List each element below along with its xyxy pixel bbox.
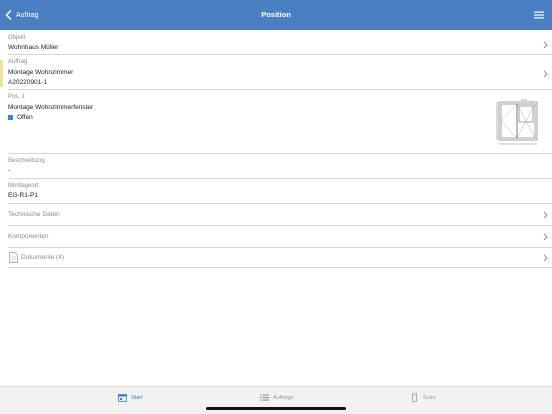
- beschreibung-row: Beschreibung -: [8, 154, 552, 179]
- tab-scan[interactable]: Scan: [410, 393, 436, 402]
- window-drawing-image[interactable]: [496, 99, 540, 147]
- montageort-value: EG-R1-P1: [8, 192, 38, 199]
- tab-start[interactable]: Start: [118, 393, 143, 402]
- chevron-right-icon: [543, 211, 548, 219]
- beschreibung-label: Beschreibung: [8, 158, 45, 164]
- page-title: Position: [261, 10, 291, 19]
- beschreibung-value: -: [8, 167, 11, 174]
- position-value: Montage Wohnzimmerfenster: [8, 104, 94, 111]
- calendar-icon: [118, 394, 127, 402]
- position-label: Pos. 1: [8, 94, 26, 100]
- home-indicator: [206, 407, 346, 410]
- scanner-icon: [412, 393, 417, 402]
- technische-daten-row[interactable]: Technische Daten: [8, 204, 552, 226]
- chevron-right-icon: [543, 254, 548, 262]
- objekt-label: Objekt: [8, 35, 26, 41]
- objekt-value: Wohnhaus Müller: [8, 44, 59, 51]
- chevron-right-icon: [543, 41, 548, 49]
- auftrag-row[interactable]: Auftrag Montage Wohnzimmer A20220901-1: [8, 55, 552, 90]
- komponenten-label: Komponenten: [8, 233, 49, 240]
- chevron-right-icon: [543, 233, 548, 241]
- komponenten-row[interactable]: Komponenten: [8, 226, 552, 248]
- auftrag-number: A20220901-1: [8, 79, 48, 86]
- chevron-right-icon: [543, 70, 548, 78]
- back-button-label: Auftrag: [16, 11, 39, 19]
- auftrag-label: Auftrag: [8, 59, 28, 65]
- status-indicator: [8, 114, 13, 120]
- technische-daten-label: Technische Daten: [8, 211, 60, 218]
- tab-scan-label: Scan: [423, 394, 436, 401]
- menu-button[interactable]: [534, 10, 544, 20]
- auftrag-color-marker: [0, 60, 3, 87]
- list-icon: [260, 394, 269, 401]
- dokumente-label: Dokumente (4): [21, 254, 64, 261]
- chevron-left-icon: [5, 10, 12, 20]
- position-row: Pos. 1 Montage Wohnzimmerfenster Offen: [8, 90, 552, 154]
- document-icon: [9, 252, 18, 263]
- dokumente-row[interactable]: Dokumente (4): [8, 248, 552, 268]
- back-button[interactable]: Auftrag: [5, 0, 39, 30]
- objekt-row[interactable]: Objekt Wohnhaus Müller: [8, 31, 552, 55]
- tab-auftraege-label: Aufträge: [273, 394, 294, 401]
- status-label: Offen: [17, 114, 33, 121]
- hamburger-menu-icon: [534, 11, 544, 19]
- montageort-label: Montageort: [8, 183, 39, 189]
- auftrag-value: Montage Wohnzimmer: [8, 69, 74, 76]
- tab-auftraege[interactable]: Aufträge: [260, 393, 294, 402]
- navigation-bar: Auftrag Position: [0, 0, 552, 30]
- status-badge: Offen: [8, 114, 33, 121]
- montageort-row: Montageort EG-R1-P1: [8, 179, 552, 204]
- tab-start-label: Start: [131, 394, 143, 401]
